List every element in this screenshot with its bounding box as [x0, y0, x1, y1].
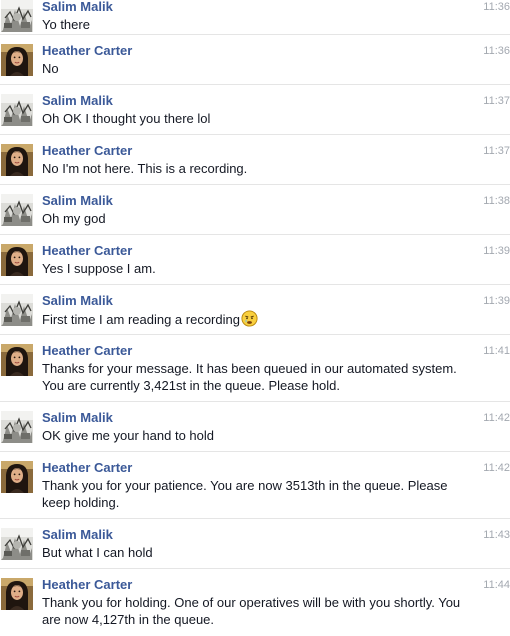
salim-avatar[interactable] [1, 294, 33, 326]
salim-avatar[interactable] [1, 411, 33, 443]
message-text: Thank you for holding. One of our operat… [42, 595, 461, 627]
message-text: Yo there [42, 17, 90, 32]
message-item: Heather Carter No 11:36 [0, 35, 510, 85]
message-text: But what I can hold [42, 545, 153, 560]
heather-avatar[interactable] [1, 144, 33, 176]
heather-avatar[interactable] [1, 344, 33, 376]
message-text: Thank you for your patience. You are now… [42, 478, 448, 510]
sender-name[interactable]: Salim Malik [42, 293, 462, 310]
salim-avatar[interactable] [1, 528, 33, 560]
message-body: Heather Carter No I'm not here. This is … [42, 143, 462, 177]
message-item: Heather Carter No I'm not here. This is … [0, 135, 510, 185]
heather-avatar[interactable] [1, 578, 33, 610]
message-text: Oh my god [42, 211, 106, 226]
message-text: Thanks for your message. It has been que… [42, 361, 457, 393]
message-body: Salim Malik But what I can hold [42, 527, 462, 561]
sender-name[interactable]: Salim Malik [42, 410, 462, 427]
sender-name[interactable]: Heather Carter [42, 460, 462, 477]
heather-avatar[interactable] [1, 244, 33, 276]
message-body: Heather Carter Thanks for your message. … [42, 343, 462, 394]
message-text: First time I am reading a recording [42, 310, 462, 331]
message-text: Oh OK I thought you there lol [42, 111, 211, 126]
salim-avatar[interactable] [1, 194, 33, 226]
message-timestamp: 11:41 [483, 345, 510, 357]
message-item: Salim Malik First time I am reading a re… [0, 285, 510, 335]
message-item: Salim Malik Oh my god 11:38 [0, 185, 510, 235]
message-timestamp: 11:39 [483, 245, 510, 257]
message-timestamp: 11:37 [483, 145, 510, 157]
sender-name[interactable]: Heather Carter [42, 243, 462, 260]
crying-face-emoji [241, 310, 258, 331]
conversation-thread: Salim Malik Yo there 11:36 Heather Carte… [0, 0, 510, 636]
salim-avatar[interactable] [1, 0, 33, 32]
message-item: Heather Carter Thanks for your message. … [0, 335, 510, 402]
sender-name[interactable]: Salim Malik [42, 527, 462, 544]
message-timestamp: 11:42 [483, 412, 510, 424]
heather-avatar[interactable] [1, 461, 33, 493]
message-timestamp: 11:37 [483, 95, 510, 107]
heather-avatar[interactable] [1, 44, 33, 76]
message-item: Salim Malik Oh OK I thought you there lo… [0, 85, 510, 135]
message-item: Heather Carter Yes I suppose I am. 11:39 [0, 235, 510, 285]
message-body: Heather Carter Thank you for holding. On… [42, 577, 462, 628]
sender-name[interactable]: Salim Malik [42, 0, 462, 16]
message-text-content: First time I am reading a recording [42, 312, 240, 327]
message-timestamp: 11:38 [483, 195, 510, 207]
sender-name[interactable]: Heather Carter [42, 343, 462, 360]
salim-avatar[interactable] [1, 94, 33, 126]
sender-name[interactable]: Heather Carter [42, 43, 462, 60]
message-timestamp: 11:42 [483, 462, 510, 474]
message-body: Heather Carter No [42, 43, 462, 77]
message-item: Salim Malik OK give me your hand to hold… [0, 402, 510, 452]
message-body: Salim Malik Oh OK I thought you there lo… [42, 93, 462, 127]
message-timestamp: 11:44 [483, 579, 510, 591]
message-timestamp: 11:39 [483, 295, 510, 307]
message-item: Salim Malik Yo there 11:36 [0, 0, 510, 35]
message-text: No I'm not here. This is a recording. [42, 161, 248, 176]
message-body: Heather Carter Yes I suppose I am. [42, 243, 462, 277]
message-body: Salim Malik Oh my god [42, 193, 462, 227]
sender-name[interactable]: Salim Malik [42, 193, 462, 210]
message-body: Salim Malik Yo there [42, 0, 462, 33]
message-text: No [42, 61, 59, 76]
message-timestamp: 11:36 [483, 1, 510, 13]
message-text: Yes I suppose I am. [42, 261, 156, 276]
sender-name[interactable]: Heather Carter [42, 577, 462, 594]
message-body: Salim Malik OK give me your hand to hold [42, 410, 462, 444]
message-body: Heather Carter Thank you for your patien… [42, 460, 462, 511]
message-body: Salim Malik First time I am reading a re… [42, 293, 462, 331]
message-text: OK give me your hand to hold [42, 428, 214, 443]
message-timestamp: 11:36 [483, 45, 510, 57]
message-item: Heather Carter Thank you for your patien… [0, 452, 510, 519]
message-item: Heather Carter Thank you for holding. On… [0, 569, 510, 636]
message-timestamp: 11:43 [483, 529, 510, 541]
sender-name[interactable]: Heather Carter [42, 143, 462, 160]
message-item: Salim Malik But what I can hold 11:43 [0, 519, 510, 569]
sender-name[interactable]: Salim Malik [42, 93, 462, 110]
